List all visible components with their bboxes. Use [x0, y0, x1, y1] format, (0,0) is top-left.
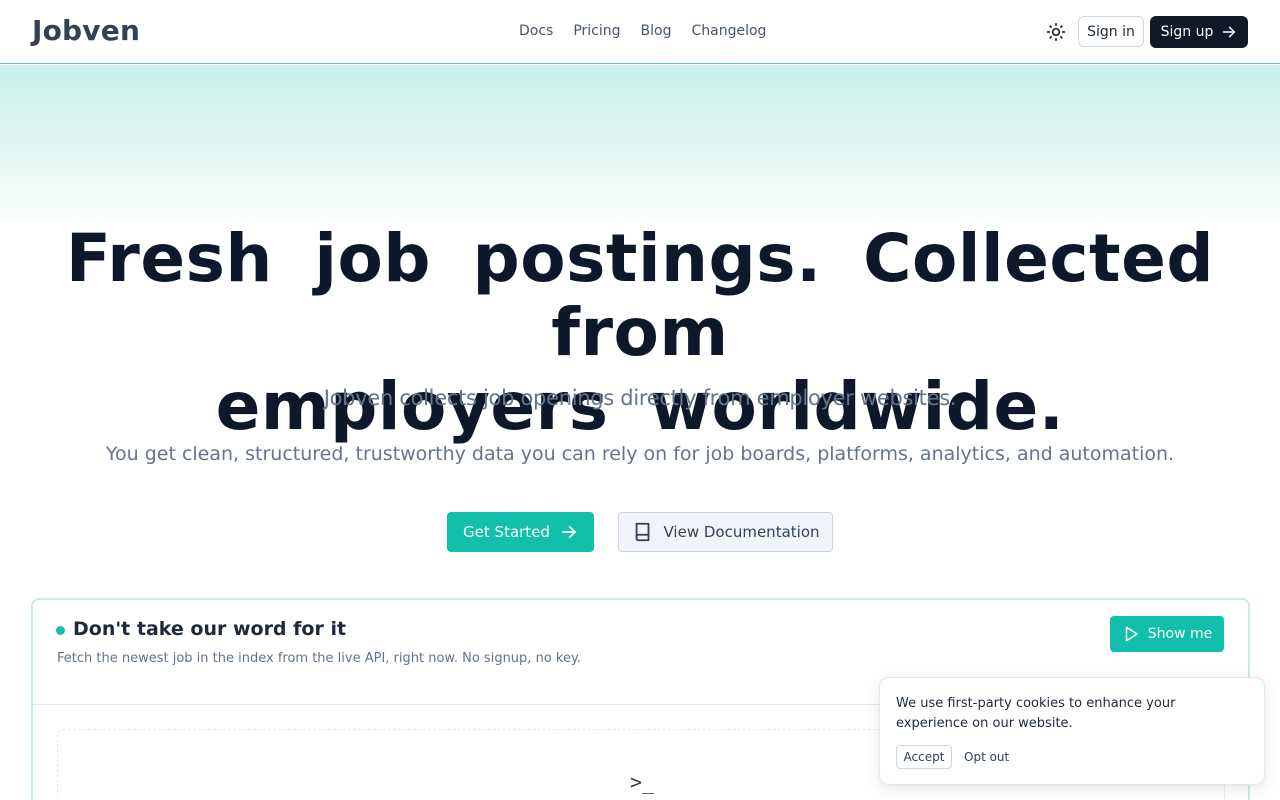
book-icon	[635, 522, 649, 542]
sign-up-button[interactable]: Sign up	[1150, 16, 1248, 48]
theme-toggle-button[interactable]	[1044, 20, 1068, 44]
sign-in-button[interactable]: Sign in	[1078, 16, 1144, 47]
sun-icon	[1046, 22, 1066, 42]
view-documentation-label: View Documentation	[663, 523, 820, 541]
site-header: Jobven Docs Pricing Blog Changelog Sign …	[0, 0, 1280, 64]
main-nav: Docs Pricing Blog Changelog	[519, 22, 766, 40]
nav-docs[interactable]: Docs	[519, 22, 553, 40]
nav-pricing[interactable]: Pricing	[573, 22, 620, 40]
opt-out-button[interactable]: Opt out	[964, 745, 1009, 769]
show-me-button[interactable]: Show me	[1110, 616, 1224, 652]
hero-subtitle: Jobven collects job openings directly fr…	[323, 386, 957, 410]
hero-title-line1: Fresh job postings. Collected from	[65, 220, 1215, 371]
logo[interactable]: Jobven	[32, 14, 140, 47]
hero-title: Fresh job postings. Collected from emplo…	[0, 222, 1280, 444]
cookie-text: We use first-party cookies to enhance yo…	[896, 696, 1176, 731]
nav-blog[interactable]: Blog	[641, 22, 672, 40]
arrow-right-icon	[562, 525, 576, 539]
get-started-button[interactable]: Get Started	[447, 512, 594, 552]
accept-cookies-button[interactable]: Accept	[896, 745, 952, 769]
demo-title: Don't take our word for it	[73, 618, 347, 640]
hero-gradient	[0, 65, 1280, 225]
get-started-label: Get Started	[463, 523, 550, 541]
sign-up-label: Sign up	[1160, 24, 1214, 40]
show-me-label: Show me	[1147, 626, 1213, 642]
hero-description: You get clean, structured, trustworthy d…	[105, 443, 1175, 465]
cookie-banner: We use first-party cookies to enhance yo…	[879, 677, 1265, 785]
view-documentation-button[interactable]: View Documentation	[618, 512, 833, 552]
terminal-icon: >_	[630, 770, 655, 794]
arrow-right-icon	[1223, 26, 1236, 38]
status-dot	[56, 626, 65, 635]
demo-description: Fetch the newest job in the index from t…	[57, 651, 581, 666]
nav-changelog[interactable]: Changelog	[692, 22, 767, 40]
play-icon	[1125, 626, 1138, 642]
